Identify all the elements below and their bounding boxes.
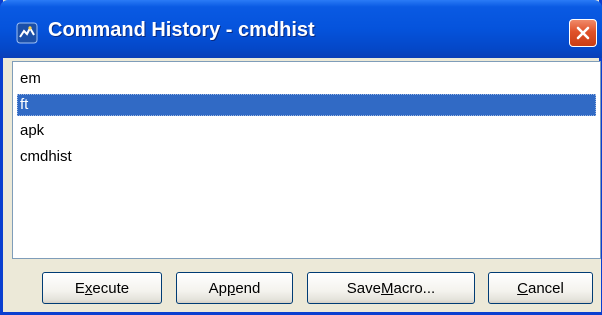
title-bar[interactable]: Command History - cmdhist bbox=[0, 0, 602, 58]
save-macro-label-pre: Save bbox=[346, 279, 381, 297]
execute-mnemonic: x bbox=[84, 279, 93, 297]
save-macro-mnemonic: M bbox=[381, 279, 394, 297]
execute-button[interactable]: Ex ecute bbox=[42, 272, 162, 304]
close-button[interactable] bbox=[569, 19, 597, 47]
app-icon bbox=[16, 22, 38, 44]
history-list[interactable]: em ft apk cmdhist bbox=[12, 61, 601, 259]
list-item-selected[interactable]: ft bbox=[17, 94, 596, 116]
cancel-button[interactable]: Cancel bbox=[488, 272, 593, 304]
window-title: Command History - cmdhist bbox=[48, 19, 315, 41]
cancel-label-post: ancel bbox=[527, 279, 564, 297]
list-item[interactable]: cmdhist bbox=[17, 146, 596, 168]
button-bar: Ex ecute Ap p end Save Macro... Cancel bbox=[12, 259, 601, 312]
append-label-pre: Ap bbox=[208, 279, 227, 297]
append-label-post: end bbox=[235, 279, 261, 297]
command-history-window: Command History - cmdhist em ft apk cmdh… bbox=[0, 0, 602, 315]
append-button[interactable]: Ap p end bbox=[176, 272, 293, 304]
list-item[interactable]: em bbox=[17, 68, 596, 90]
save-macro-button[interactable]: Save Macro... bbox=[307, 272, 475, 304]
list-item[interactable]: apk bbox=[17, 120, 596, 142]
execute-label-post: ecute bbox=[92, 279, 130, 297]
save-macro-label-post: acro... bbox=[393, 279, 436, 297]
close-icon bbox=[575, 25, 591, 41]
execute-label-pre: E bbox=[74, 279, 85, 297]
append-mnemonic: p bbox=[226, 279, 236, 297]
cancel-mnemonic: C bbox=[517, 279, 528, 297]
history-list-viewport: em ft apk cmdhist bbox=[14, 63, 599, 257]
